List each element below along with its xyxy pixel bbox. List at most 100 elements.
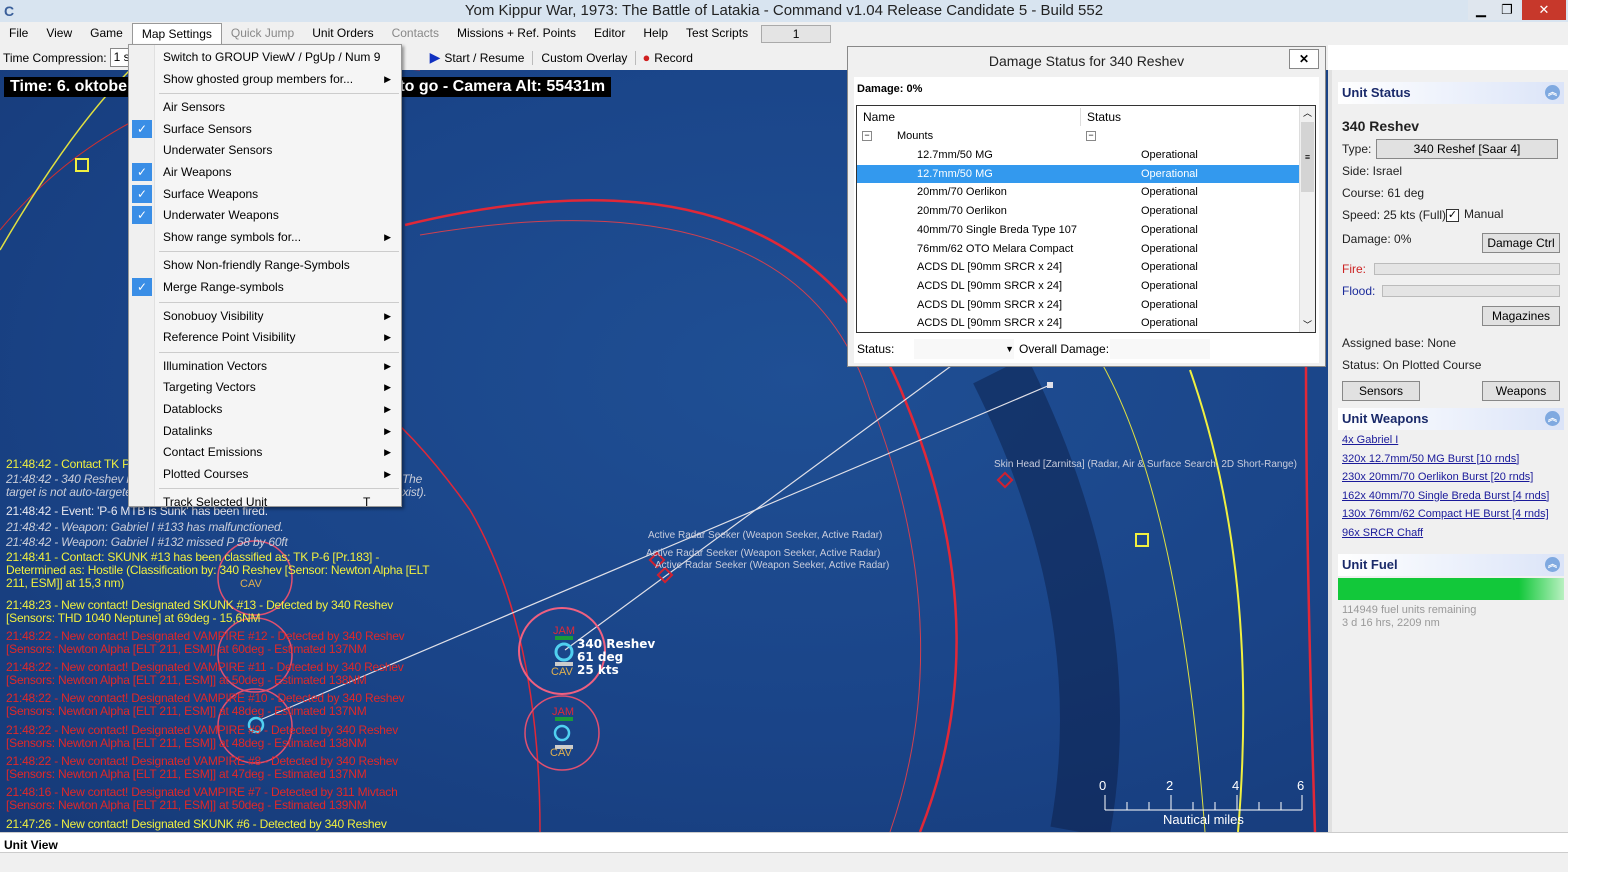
menu-item-switch-to-group-view[interactable]: Switch to GROUP View V / PgUp / Num 9 [163,47,395,67]
tree-group-mounts[interactable]: − Mounts − [857,127,1300,146]
menu-item-track-selected-unit[interactable]: Track Selected Unit T [163,492,395,512]
menu-test-scripts[interactable]: Test Scripts [677,23,757,44]
collapse-chevron-icon[interactable]: ︽ [1545,557,1560,572]
record-button[interactable]: Record [650,51,693,65]
menu-item-datablocks[interactable]: Datablocks ▶ [163,399,395,419]
ship-unit-icon[interactable] [553,724,571,742]
hostile-contact-icon[interactable] [996,471,1014,489]
menu-item-illumination-vectors[interactable]: Illumination Vectors ▶ [163,356,395,376]
damage-row[interactable]: ACDS DL [90mm SRCR x 24] Operational [857,258,1300,277]
menu-item-plotted-courses[interactable]: Plotted Courses ▶ [163,464,395,484]
menu-item-contact-emissions[interactable]: Contact Emissions ▶ [163,442,395,462]
sensor-range-ring [419,220,922,832]
menu-view[interactable]: View [37,23,81,44]
column-header-status[interactable]: Status [1081,108,1301,126]
collapse-icon[interactable]: − [862,131,872,141]
waypoint-marker[interactable] [1047,382,1053,388]
menu-unit-orders[interactable]: Unit Orders [303,23,382,44]
damage-row[interactable]: ACDS DL [90mm SRCR x 24] Operational [857,314,1300,332]
jam-label: JAM [552,706,574,718]
menu-help[interactable]: Help [634,23,677,44]
menu-item-targeting-vectors[interactable]: Targeting Vectors ▶ [163,377,395,397]
menu-item-show-non-friendly-range-symbols[interactable]: Show Non-friendly Range-Symbols [163,255,395,275]
collapse-icon[interactable]: − [1086,131,1096,141]
status-dropdown[interactable]: ▼ [914,339,1014,359]
overall-damage-label: Overall Damage: [1019,342,1110,356]
menu-item-show-range-symbols-for[interactable]: Show range symbols for... ▶ [163,227,395,247]
menu-item-air-weapons[interactable]: Air Weapons [163,162,395,182]
start-resume-button[interactable]: Start / Resume [440,50,534,65]
manual-checkbox[interactable]: ✓ [1446,209,1459,222]
scroll-up-icon[interactable]: ︿ [1300,106,1315,120]
menu-item-underwater-sensors[interactable]: Underwater Sensors [163,140,395,160]
menu-quick-jump[interactable]: Quick Jump [222,23,303,44]
cav-label: CAV [550,747,572,759]
unit-status-header[interactable]: Unit Status ︽ [1338,82,1564,104]
menu-item-datalinks[interactable]: Datalinks ▶ [163,421,395,441]
sensors-button[interactable]: Sensors [1342,381,1420,401]
mount-name: 76mm/62 OTO Melara Compact [917,242,1074,255]
menu-item-surface-sensors[interactable]: Surface Sensors [163,119,395,139]
submenu-arrow-icon: ▶ [384,310,391,321]
flood-label: Flood: [1342,284,1376,298]
scroll-thumb[interactable]: ≡ [1301,122,1314,192]
weapon-link[interactable]: 130x 76mm/62 Compact HE Burst [4 rnds] [1342,508,1549,520]
damage-ctrl-button[interactable]: Damage Ctrl [1482,233,1560,253]
close-button[interactable]: ✕ [1522,0,1566,20]
dialog-close-button[interactable]: ✕ [1289,49,1319,69]
damage-row[interactable]: 12.7mm/50 MG Operational [857,164,1300,184]
damage-row[interactable]: 20mm/70 Oerlikon Operational [857,183,1300,202]
ship-unit-icon[interactable] [554,642,574,662]
title-bar: C Yom Kippur War, 1973: The Battle of La… [0,0,1568,22]
damage-row[interactable]: 40mm/70 Single Breda Type 107 Operational [857,221,1300,240]
minimize-button[interactable]: ▁ [1468,0,1494,20]
menu-separator [159,301,399,303]
unit-type-button[interactable]: 340 Reshef [Saar 4] [1376,139,1558,159]
contact-marker[interactable] [75,158,89,172]
weapon-link[interactable]: 230x 20mm/70 Oerlikon Burst [20 rnds] [1342,471,1533,483]
damage-row[interactable]: 76mm/62 OTO Melara Compact Operational [857,240,1300,259]
seeker-label: Active Radar Seeker (Weapon Seeker, Acti… [648,530,883,541]
unit-weapons-header[interactable]: Unit Weapons ︽ [1338,408,1564,430]
damage-row[interactable]: 12.7mm/50 MG Operational [857,146,1300,165]
section-title: Unit Fuel [1342,557,1398,572]
menu-contacts[interactable]: Contacts [383,23,448,44]
seeker-label: Active Radar Seeker (Weapon Seeker, Acti… [655,560,890,571]
menu-item-air-sensors[interactable]: Air Sensors [163,97,395,117]
damage-row[interactable]: ACDS DL [90mm SRCR x 24] Operational [857,277,1300,296]
weapon-link[interactable]: 96x SRCR Chaff [1342,527,1423,539]
collapse-chevron-icon[interactable]: ︽ [1545,411,1560,426]
column-header-name[interactable]: Name [857,108,1081,126]
weapon-link[interactable]: 4x Gabriel I [1342,434,1398,446]
menu-item-surface-weapons[interactable]: Surface Weapons [163,184,395,204]
collapse-chevron-icon[interactable]: ︽ [1545,85,1560,100]
weapon-link[interactable]: 320x 12.7mm/50 MG Burst [10 rnds] [1342,453,1519,465]
menu-item-underwater-weapons[interactable]: Underwater Weapons [163,205,395,225]
damage-row[interactable]: 20mm/70 Oerlikon Operational [857,202,1300,221]
menu-item-label: Show Non-friendly Range-Symbols [163,258,350,273]
vertical-scrollbar[interactable]: ︿ ≡ ﹀ [1299,106,1315,332]
contact-marker[interactable] [1135,533,1149,547]
menu-missions-ref-points[interactable]: Missions + Ref. Points [448,23,585,44]
maximize-button[interactable]: ❐ [1494,0,1520,20]
log-entry: 21:48:41 - Contact: SKUNK #13 has been c… [6,550,430,590]
unit-fuel-header[interactable]: Unit Fuel ︽ [1338,554,1564,576]
menu-game[interactable]: Game [81,23,132,44]
number-box[interactable]: 1 [761,24,832,43]
custom-overlay-button[interactable]: Custom Overlay [533,50,637,65]
weapons-button[interactable]: Weapons [1482,381,1560,401]
menu-item-sonobuoy-visibility[interactable]: Sonobuoy Visibility ▶ [163,306,395,326]
scroll-down-icon[interactable]: ﹀ [1300,318,1315,332]
weapon-link[interactable]: 162x 40mm/70 Single Breda Burst [4 rnds] [1342,490,1549,502]
damage-row[interactable]: ACDS DL [90mm SRCR x 24] Operational [857,296,1300,315]
magazines-button[interactable]: Magazines [1482,306,1560,326]
unit-datablock: 340 Reshev 61 deg 25 kts [577,638,655,677]
menu-editor[interactable]: Editor [585,23,634,44]
menu-item-label: Contact Emissions [163,445,263,460]
menu-item-merge-range-symbols[interactable]: Merge Range-symbols [163,277,395,297]
menu-map-settings[interactable]: Map Settings [131,23,222,44]
menu-item-show-ghosted-group-members-for[interactable]: Show ghosted group members for... ▶ [163,69,395,89]
menu-separator [159,93,399,95]
menu-file[interactable]: File [0,23,37,44]
menu-item-reference-point-visibility[interactable]: Reference Point Visibility ▶ [163,327,395,347]
